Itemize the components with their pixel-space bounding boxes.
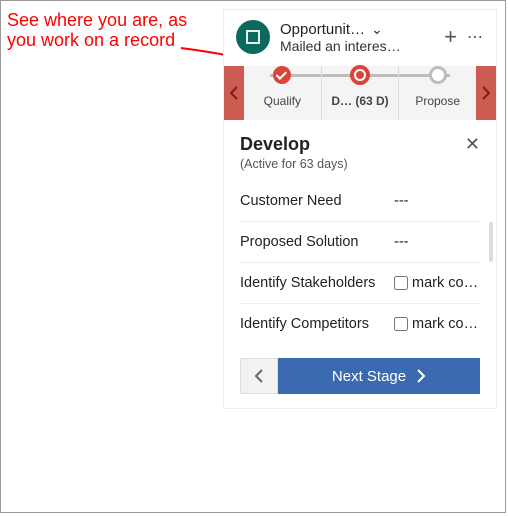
scrollbar-thumb[interactable] (489, 222, 493, 262)
field-label: Identify Competitors (240, 316, 386, 332)
flyout-title: Develop (240, 134, 348, 155)
field-row[interactable]: Identify Competitors mark co… (240, 304, 480, 344)
callout-text: See where you are, as you work on a reco… (7, 11, 217, 51)
card-header: Opportunit… ⌄ Mailed an interes… + ⋯ (224, 10, 496, 60)
stage-label: Propose (415, 94, 460, 108)
checkbox-label: mark co… (412, 316, 478, 332)
more-menu-button[interactable]: ⋯ (467, 27, 484, 47)
mark-complete-checkbox[interactable] (394, 276, 408, 290)
field-label: Proposed Solution (240, 234, 386, 250)
stage-propose[interactable]: Propose (399, 66, 476, 120)
field-value: mark co… (394, 275, 480, 291)
mark-complete-checkbox[interactable] (394, 317, 408, 331)
scrollbar-track[interactable] (489, 72, 495, 408)
field-row[interactable]: Customer Need --- (240, 189, 480, 222)
field-value: --- (394, 193, 480, 209)
record-subtitle: Mailed an interes… (280, 38, 430, 54)
stage-develop[interactable]: D… (63 D) (322, 66, 400, 120)
field-row[interactable]: Proposed Solution --- (240, 222, 480, 263)
stage-node-done-icon (273, 66, 291, 84)
stage-scroll-left[interactable] (224, 66, 244, 120)
field-value: mark co… (394, 316, 480, 332)
stage-qualify[interactable]: Qualify (244, 66, 322, 120)
field-value: --- (394, 234, 480, 250)
next-stage-label: Next Stage (332, 368, 406, 385)
close-icon[interactable]: ✕ (465, 134, 480, 155)
field-label: Identify Stakeholders (240, 275, 386, 291)
stage-flyout: Develop (Active for 63 days) ✕ Customer … (224, 120, 496, 408)
record-card: Opportunit… ⌄ Mailed an interes… + ⋯ Qua… (223, 9, 497, 409)
process-track: Qualify D… (63 D) Propose (224, 66, 496, 120)
add-button[interactable]: + (444, 24, 457, 50)
field-label: Customer Need (240, 193, 386, 209)
flyout-subtitle: (Active for 63 days) (240, 157, 348, 171)
stage-node-future-icon (429, 66, 447, 84)
stage-label: Qualify (264, 94, 301, 108)
checkbox-label: mark co… (412, 275, 478, 291)
record-type-label: Opportunit… (280, 21, 365, 38)
previous-stage-button[interactable] (240, 358, 278, 394)
flyout-fields: Customer Need --- Proposed Solution --- … (240, 189, 480, 344)
stage-node-current-icon (350, 65, 370, 85)
stage-label: D… (63 D) (331, 94, 388, 108)
chevron-right-icon (416, 369, 426, 383)
field-row[interactable]: Identify Stakeholders mark co… (240, 263, 480, 304)
record-type-icon (236, 20, 270, 54)
next-stage-button[interactable]: Next Stage (278, 358, 480, 394)
chevron-down-icon[interactable]: ⌄ (371, 21, 383, 38)
